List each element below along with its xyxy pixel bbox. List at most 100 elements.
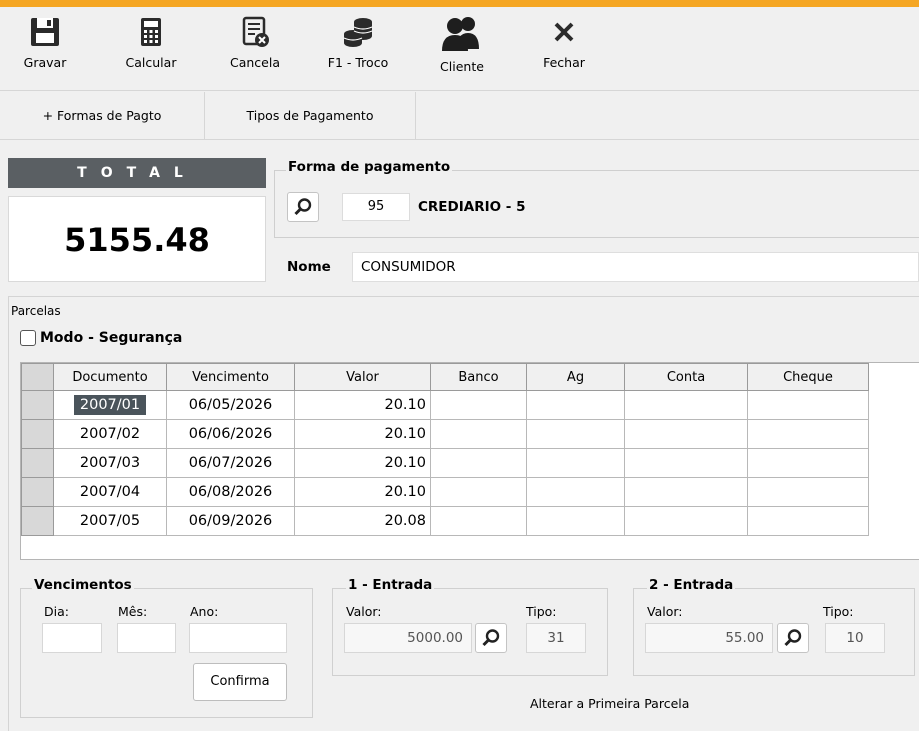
document-cell[interactable]: 2007/01 [53,390,167,420]
column-header[interactable]: Valor [294,363,431,391]
cancel-document-icon [242,16,269,47]
users-icon [442,17,479,51]
installments-label: Parcelas [11,304,61,318]
security-mode-label: Modo - Segurança [40,330,183,346]
column-header[interactable]: Ag [526,363,625,391]
check-cell[interactable] [747,477,869,507]
agency-cell[interactable] [526,477,625,507]
close-button[interactable]: Fechar [536,15,592,70]
bank-cell[interactable] [430,448,527,478]
security-mode-checkbox[interactable] [20,330,36,346]
account-cell[interactable] [624,419,748,449]
total-value: 5155.48 [8,196,266,282]
close-icon [554,22,574,42]
accent-bar [0,0,919,7]
change-first-installment-link[interactable]: Alterar a Primeira Parcela [530,696,689,711]
first-type-label: Tipo: [526,604,557,619]
check-cell[interactable] [747,419,869,449]
check-cell[interactable] [747,448,869,478]
first-type-search-button[interactable] [475,623,507,653]
row-header[interactable] [21,477,54,507]
column-header[interactable]: Cheque [747,363,869,391]
toolbar: Gravar Calcular Cancela F1 - Troco Clien… [0,7,919,91]
year-field[interactable] [189,623,287,653]
row-header[interactable] [21,506,54,536]
agency-cell[interactable] [526,390,625,420]
document-cell[interactable]: 2007/05 [53,506,167,536]
change-button[interactable]: F1 - Troco [318,15,398,70]
check-cell[interactable] [747,506,869,536]
due-date-cell[interactable]: 06/06/2026 [166,419,295,449]
payment-search-button[interactable] [287,192,319,222]
save-button[interactable]: Gravar [20,15,70,70]
row-header-corner [21,363,54,391]
cancel-label: Cancela [229,55,280,70]
due-date-cell[interactable]: 06/08/2026 [166,477,295,507]
floppy-disk-icon [31,18,59,46]
tab-formas-de-pagto[interactable]: + Formas de Pagto [0,92,205,139]
column-header[interactable]: Vencimento [166,363,295,391]
agency-cell[interactable] [526,448,625,478]
calculate-label: Calcular [125,55,177,70]
bank-cell[interactable] [430,390,527,420]
bank-cell[interactable] [430,477,527,507]
due-date-cell[interactable]: 06/07/2026 [166,448,295,478]
customer-button[interactable]: Cliente [432,15,492,74]
bank-cell[interactable] [430,506,527,536]
agency-cell[interactable] [526,506,625,536]
second-type-field[interactable]: 10 [825,623,885,653]
first-type-field[interactable]: 31 [526,623,586,653]
year-label: Ano: [190,604,219,619]
amount-cell[interactable]: 20.10 [294,477,431,507]
coins-icon [343,18,373,47]
calculate-button[interactable]: Calcular [120,15,182,70]
cancel-button[interactable]: Cancela [224,15,286,70]
bank-cell[interactable] [430,419,527,449]
account-cell[interactable] [624,390,748,420]
second-type-search-button[interactable] [777,623,809,653]
payment-method-name: CREDIARIO - 5 [418,199,526,215]
column-header[interactable]: Documento [53,363,167,391]
total-header: TOTAL [8,158,266,188]
account-cell[interactable] [624,477,748,507]
name-field[interactable]: CONSUMIDOR [352,252,919,282]
payment-code-field[interactable]: 95 [342,193,410,221]
month-field[interactable] [117,623,176,653]
table-row[interactable]: 2007/05 06/09/2026 20.08 [21,506,869,536]
customer-label: Cliente [440,59,484,74]
document-value: 2007/01 [73,395,147,415]
installments-table: Documento Vencimento Valor Banco Ag Cont… [21,363,869,536]
day-field[interactable] [42,623,102,653]
agency-cell[interactable] [526,419,625,449]
search-icon [784,629,802,647]
due-date-cell[interactable]: 06/09/2026 [166,506,295,536]
amount-cell[interactable]: 20.10 [294,448,431,478]
amount-cell[interactable]: 20.08 [294,506,431,536]
table-row[interactable]: 2007/02 06/06/2026 20.10 [21,419,869,449]
table-row[interactable]: 2007/01 06/05/2026 20.10 [21,390,869,420]
table-row[interactable]: 2007/03 06/07/2026 20.10 [21,448,869,478]
column-header[interactable]: Conta [624,363,748,391]
row-header[interactable] [21,448,54,478]
payment-method-title: Forma de pagamento [286,159,453,175]
day-label: Dia: [44,604,69,619]
tab-tipos-de-pagamento[interactable]: Tipos de Pagamento [205,92,416,139]
second-value-label: Valor: [647,604,683,619]
amount-cell[interactable]: 20.10 [294,390,431,420]
amount-cell[interactable]: 20.10 [294,419,431,449]
table-row[interactable]: 2007/04 06/08/2026 20.10 [21,477,869,507]
column-header[interactable]: Banco [430,363,527,391]
check-cell[interactable] [747,390,869,420]
document-cell[interactable]: 2007/04 [53,477,167,507]
row-header[interactable] [21,419,54,449]
account-cell[interactable] [624,448,748,478]
document-cell[interactable]: 2007/03 [53,448,167,478]
row-header[interactable] [21,390,54,420]
first-value-field[interactable]: 5000.00 [344,623,472,653]
due-date-cell[interactable]: 06/05/2026 [166,390,295,420]
document-cell[interactable]: 2007/02 [53,419,167,449]
account-cell[interactable] [624,506,748,536]
second-value-field[interactable]: 55.00 [645,623,773,653]
security-mode-toggle[interactable]: Modo - Segurança [20,330,182,346]
confirm-button[interactable]: Confirma [193,663,287,701]
